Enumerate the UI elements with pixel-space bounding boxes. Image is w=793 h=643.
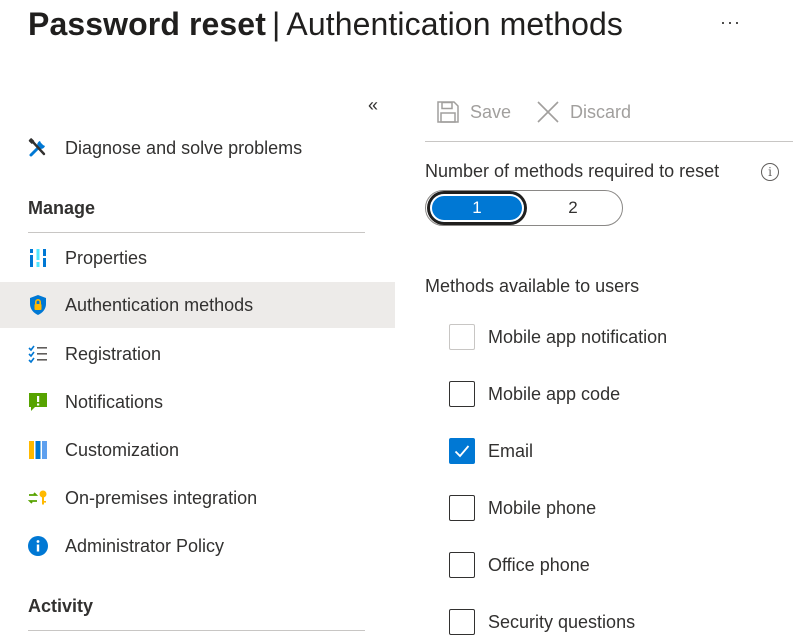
- method-email[interactable]: Email: [449, 438, 533, 464]
- method-label: Office phone: [488, 554, 590, 575]
- close-icon: [537, 101, 559, 123]
- method-office-phone[interactable]: Office phone: [449, 552, 590, 578]
- customization-icon: [27, 439, 49, 461]
- info-icon: [27, 535, 49, 557]
- sidebar-item-registration[interactable]: Registration: [0, 331, 395, 377]
- methods-available-label: Methods available to users: [425, 276, 640, 296]
- method-mobile-app-code[interactable]: Mobile app code: [449, 381, 620, 407]
- sidebar-item-label: Customization: [65, 439, 180, 460]
- sidebar-item-label: Authentication methods: [65, 294, 254, 315]
- manage-divider: [28, 232, 365, 233]
- method-label: Mobile phone: [488, 497, 597, 518]
- discard-button[interactable]: Discard: [536, 100, 631, 124]
- save-icon: [437, 101, 459, 123]
- method-label: Mobile app code: [488, 383, 621, 404]
- page-title-sub: Authentication methods: [286, 6, 624, 42]
- method-label: Security questions: [488, 611, 636, 632]
- checkbox[interactable]: [449, 609, 475, 635]
- title-separator: |: [271, 6, 281, 42]
- sidebar-item-label: Administrator Policy: [65, 535, 225, 556]
- save-button[interactable]: Save: [436, 100, 511, 124]
- methods-required-label: Number of methods required to reset: [425, 161, 720, 181]
- method-mobile-app-notification[interactable]: Mobile app notification: [449, 324, 667, 350]
- sidebar-item-label: Properties: [65, 247, 148, 268]
- wrench-screwdriver-icon: [27, 137, 49, 159]
- properties-icon: [27, 247, 49, 269]
- page-title-main: Password reset: [28, 6, 266, 42]
- sidebar-item-customization[interactable]: Customization: [0, 427, 395, 473]
- toolbar-divider: [425, 141, 793, 142]
- section-activity: Activity: [28, 596, 94, 616]
- info-tooltip-icon[interactable]: i: [761, 163, 779, 181]
- method-label: Email: [488, 440, 534, 461]
- sidebar-item-label: On-premises integration: [65, 487, 258, 508]
- save-label: Save: [470, 101, 512, 122]
- sidebar-item-properties[interactable]: Properties: [0, 235, 395, 281]
- methods-required-option-1[interactable]: 1: [430, 194, 524, 222]
- sidebar-item-label: Registration: [65, 343, 162, 364]
- checkbox[interactable]: [449, 495, 475, 521]
- sidebar-item-label: Diagnose and solve problems: [65, 137, 303, 158]
- section-manage: Manage: [28, 198, 96, 218]
- checklist-icon: [27, 343, 49, 365]
- checkbox[interactable]: [449, 438, 475, 464]
- collapse-sidebar-button[interactable]: «: [368, 96, 378, 114]
- sidebar-item-authentication-methods[interactable]: Authentication methods: [0, 282, 395, 328]
- sidebar-item-administrator-policy[interactable]: Administrator Policy: [0, 523, 395, 569]
- sidebar-item-diagnose[interactable]: Diagnose and solve problems: [0, 125, 395, 171]
- discard-label: Discard: [570, 101, 632, 122]
- checkmark-icon: [454, 445, 470, 458]
- checkbox[interactable]: [449, 324, 475, 350]
- sync-key-icon: [27, 487, 49, 509]
- checkbox[interactable]: [449, 381, 475, 407]
- method-mobile-phone[interactable]: Mobile phone: [449, 495, 596, 521]
- notification-icon: [27, 391, 49, 413]
- method-security-questions[interactable]: Security questions: [449, 609, 635, 635]
- checkbox[interactable]: [449, 552, 475, 578]
- more-options-button[interactable]: ···: [720, 12, 741, 33]
- method-label: Mobile app notification: [488, 326, 668, 347]
- methods-required-toggle[interactable]: 1 2: [425, 190, 623, 226]
- activity-divider: [28, 630, 365, 631]
- sidebar-item-notifications[interactable]: Notifications: [0, 379, 395, 425]
- methods-required-option-2[interactable]: 2: [526, 194, 620, 222]
- sidebar-item-on-premises-integration[interactable]: On-premises integration: [0, 475, 395, 521]
- page-title: Password reset | Authentication methods: [28, 6, 623, 43]
- sidebar-item-label: Notifications: [65, 391, 164, 412]
- shield-lock-icon: [27, 294, 49, 316]
